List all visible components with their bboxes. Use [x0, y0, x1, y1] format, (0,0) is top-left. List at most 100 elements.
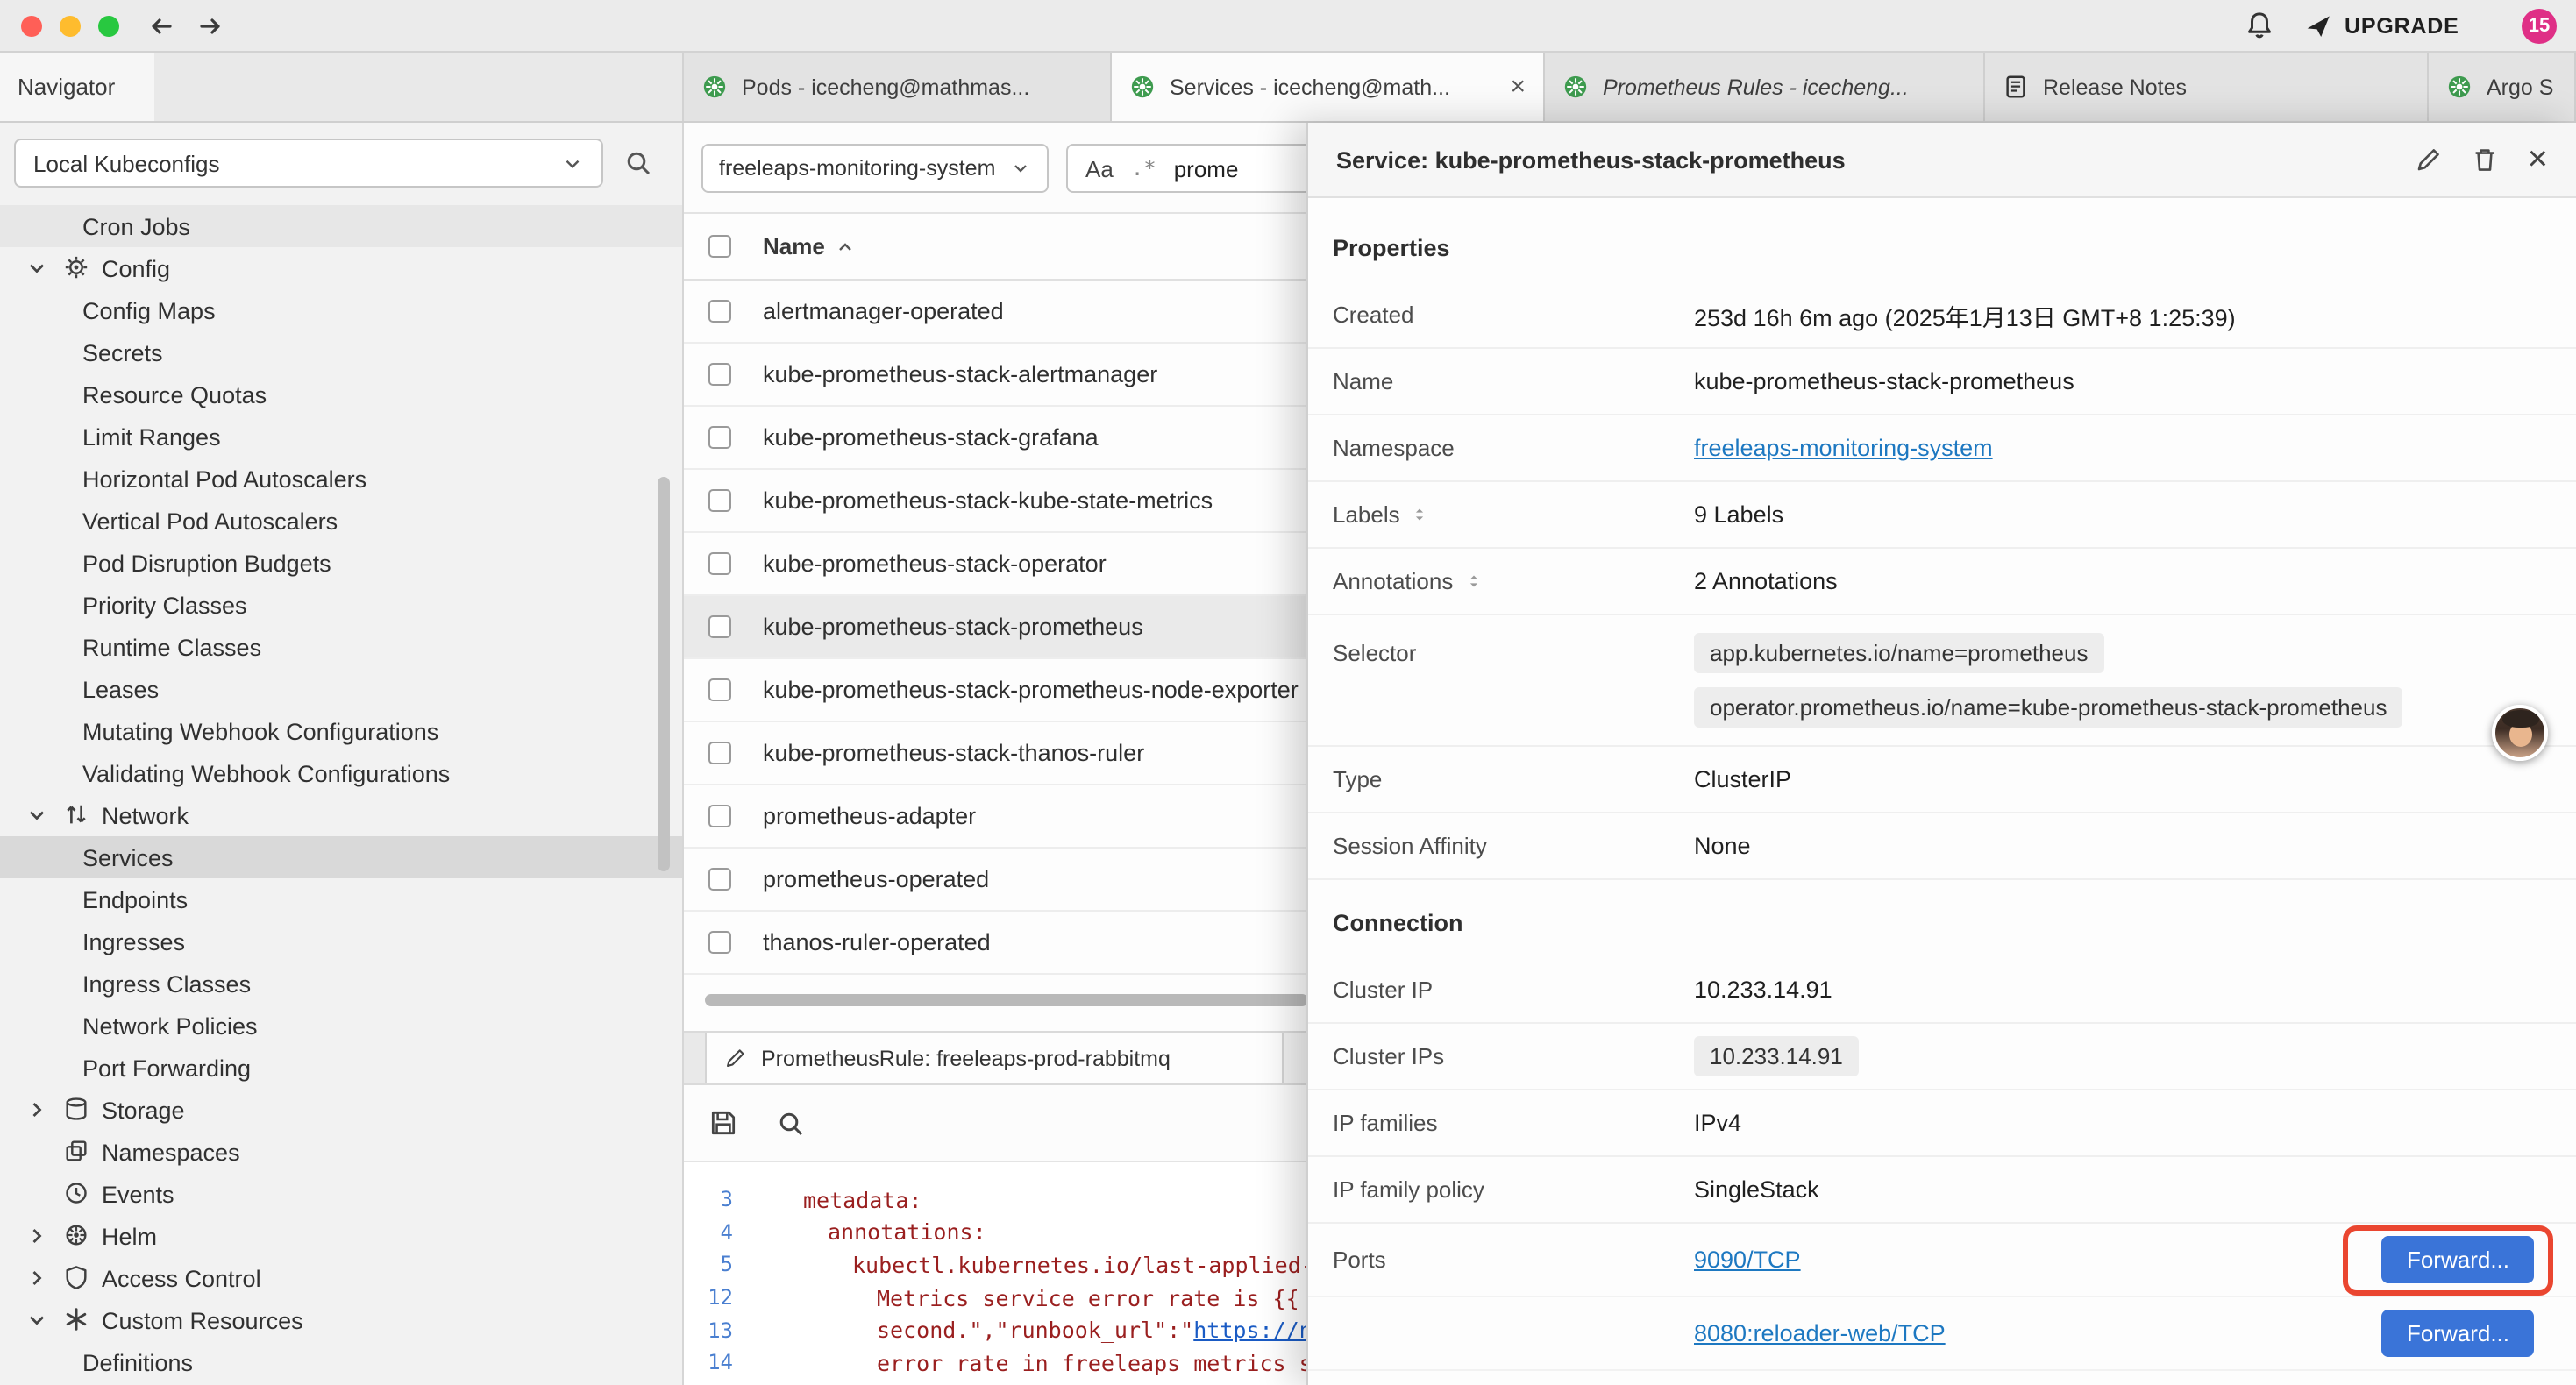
config-gear-icon — [63, 254, 89, 281]
chevron-down-icon[interactable] — [25, 803, 49, 827]
port-forward-button[interactable]: Forward... — [2382, 1310, 2534, 1357]
maximize-window-button[interactable] — [98, 16, 119, 37]
tab-services[interactable]: Services - icecheng@math... × — [1112, 53, 1545, 121]
service-name: prometheus-adapter — [763, 803, 976, 829]
sidebar-item-services[interactable]: Services — [0, 836, 682, 878]
tab-label: Pods - icecheng@mathmas... — [742, 75, 1029, 99]
service-name: kube-prometheus-stack-grafana — [763, 424, 1099, 451]
sidebar-item-network[interactable]: Network — [0, 794, 682, 836]
row-checkbox[interactable] — [708, 805, 731, 827]
labels-count[interactable]: 9 Labels — [1694, 501, 1783, 528]
forward-arrow-icon[interactable] — [196, 12, 224, 40]
tab-label: Release Notes — [2043, 75, 2187, 99]
chevron-right-icon[interactable] — [25, 1097, 49, 1122]
close-window-button[interactable] — [21, 16, 42, 37]
chevron-down-icon[interactable] — [25, 1308, 49, 1332]
port-link[interactable]: 8080:reloader-web/TCP — [1694, 1320, 1946, 1346]
row-checkbox[interactable] — [708, 868, 731, 891]
namespace-link[interactable]: freeleaps-monitoring-system — [1694, 435, 1993, 461]
sidebar-item-label: Ingresses — [82, 928, 185, 955]
sidebar-item-ingresses[interactable]: Ingresses — [0, 920, 682, 962]
sidebar-item-mutating-webhook-configurations[interactable]: Mutating Webhook Configurations — [0, 710, 682, 752]
sidebar-item-horizontal-pod-autoscalers[interactable]: Horizontal Pod Autoscalers — [0, 458, 682, 500]
sidebar-item-endpoints[interactable]: Endpoints — [0, 878, 682, 920]
sidebar-item-priority-classes[interactable]: Priority Classes — [0, 584, 682, 626]
row-checkbox[interactable] — [708, 300, 731, 323]
delete-trash-icon[interactable] — [2472, 146, 2500, 174]
sidebar-item-port-forwarding[interactable]: Port Forwarding — [0, 1047, 682, 1089]
line-number: 12 — [684, 1285, 754, 1310]
sidebar-item-validating-webhook-configurations[interactable]: Validating Webhook Configurations — [0, 752, 682, 794]
save-icon[interactable] — [708, 1108, 738, 1138]
kubeconfig-selector[interactable]: Local Kubeconfigs — [14, 138, 603, 188]
horizontal-scrollbar[interactable] — [705, 994, 1308, 1006]
sidebar-item-secrets[interactable]: Secrets — [0, 331, 682, 373]
row-checkbox[interactable] — [708, 678, 731, 701]
close-drawer-icon[interactable]: × — [2528, 142, 2548, 177]
sidebar-item-pod-disruption-budgets[interactable]: Pod Disruption Budgets — [0, 542, 682, 584]
sort-updown-icon[interactable] — [1463, 572, 1483, 591]
helm-wheel-icon — [63, 1222, 89, 1248]
port-link[interactable]: 9090/TCP — [1694, 1246, 1801, 1273]
tab-argo[interactable]: Argo S — [2429, 53, 2576, 121]
editor-search-icon[interactable] — [777, 1109, 805, 1137]
sidebar-scrollbar[interactable] — [658, 477, 670, 871]
property-label-with-sort: Annotations — [1333, 568, 1694, 594]
notifications-bell-icon[interactable] — [2245, 11, 2274, 40]
sidebar-item-definitions[interactable]: Definitions — [0, 1341, 682, 1383]
row-checkbox[interactable] — [708, 489, 731, 512]
chevron-right-icon[interactable] — [25, 1266, 49, 1290]
match-case-toggle[interactable]: Aa — [1085, 155, 1114, 181]
namespace-filter-dropdown[interactable]: freeleaps-monitoring-system — [701, 144, 1049, 193]
row-checkbox[interactable] — [708, 615, 731, 638]
sidebar-item-helm[interactable]: Helm — [0, 1215, 682, 1257]
navigator-tab[interactable]: Navigator — [0, 53, 154, 121]
sidebar-item-access-control[interactable]: Access Control — [0, 1257, 682, 1299]
minimize-window-button[interactable] — [60, 16, 81, 37]
annotations-count[interactable]: 2 Annotations — [1694, 568, 1838, 594]
upgrade-button[interactable]: UPGRADE — [2304, 11, 2459, 42]
sidebar-item-custom-resources[interactable]: Custom Resources — [0, 1299, 682, 1341]
sidebar-item-resource-quotas[interactable]: Resource Quotas — [0, 373, 682, 416]
edit-pencil-icon[interactable] — [2416, 146, 2444, 174]
dock-tab-prometheusrule[interactable]: PrometheusRule: freeleaps-prod-rabbitmq — [705, 1033, 1284, 1083]
sidebar-item-vertical-pod-autoscalers[interactable]: Vertical Pod Autoscalers — [0, 500, 682, 542]
port-forward-button[interactable]: Forward... — [2382, 1236, 2534, 1283]
regex-toggle[interactable]: .* — [1131, 156, 1156, 181]
sort-updown-icon[interactable] — [1411, 505, 1430, 524]
notification-count-badge[interactable]: 15 — [2522, 9, 2557, 44]
select-all-checkbox[interactable] — [708, 235, 731, 258]
close-tab-icon[interactable]: × — [1499, 72, 1526, 102]
name-column-header[interactable]: Name — [763, 233, 857, 259]
sidebar-item-network-policies[interactable]: Network Policies — [0, 1005, 682, 1047]
row-checkbox[interactable] — [708, 552, 731, 575]
sidebar-item-storage[interactable]: Storage — [0, 1089, 682, 1131]
sidebar-item-ingress-classes[interactable]: Ingress Classes — [0, 962, 682, 1005]
sidebar-item-namespaces[interactable]: Namespaces — [0, 1131, 682, 1173]
row-checkbox[interactable] — [708, 426, 731, 449]
chevron-right-icon[interactable] — [25, 1224, 49, 1248]
feedback-avatar[interactable] — [2492, 705, 2548, 761]
row-checkbox[interactable] — [708, 363, 731, 386]
sidebar-search-icon[interactable] — [624, 149, 652, 177]
cluster-logo-icon — [1129, 74, 1156, 100]
sidebar-item-leases[interactable]: Leases — [0, 668, 682, 710]
sidebar-item-config-maps[interactable]: Config Maps — [0, 289, 682, 331]
chevron-down-icon — [1010, 158, 1031, 179]
sidebar-item-label: Resource Quotas — [82, 381, 267, 408]
back-arrow-icon[interactable] — [147, 12, 175, 40]
tab-release-notes[interactable]: Release Notes — [1985, 53, 2429, 121]
line-number: 5 — [684, 1253, 754, 1277]
tab-prometheus-rules[interactable]: Prometheus Rules - icecheng... — [1545, 53, 1985, 121]
sidebar-item-runtime-classes[interactable]: Runtime Classes — [0, 626, 682, 668]
selector-badge: operator.prometheus.io/name=kube-prometh… — [1694, 687, 2403, 728]
sidebar-item-config[interactable]: Config — [0, 247, 682, 289]
sidebar-item-cron-jobs[interactable]: Cron Jobs — [0, 205, 682, 247]
code-text: Metrics service error rate is {{ $va — [754, 1284, 1352, 1310]
chevron-down-icon[interactable] — [25, 256, 49, 281]
sidebar-item-events[interactable]: Events — [0, 1173, 682, 1215]
tab-pods[interactable]: Pods - icecheng@mathmas... — [684, 53, 1112, 121]
sidebar-item-limit-ranges[interactable]: Limit Ranges — [0, 416, 682, 458]
row-checkbox[interactable] — [708, 742, 731, 764]
row-checkbox[interactable] — [708, 931, 731, 954]
